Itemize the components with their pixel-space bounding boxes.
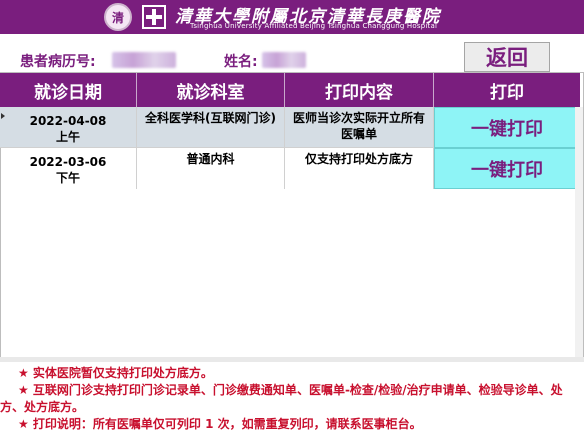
department-cell: 全科医学科(互联网门诊) (137, 107, 285, 148)
column-header-print-content: 打印内容 (285, 73, 434, 107)
print-content-cell: 仅支持打印处方底方 (285, 148, 434, 189)
department-cell: 普通内科 (137, 148, 285, 189)
record-number-value-redacted (112, 52, 176, 68)
note-item: ★ 互联网门诊支持打印门诊记录单、门诊缴费通知单、医嘱单-检查/检验/治疗申请单… (0, 383, 563, 414)
print-notes: ★ 实体医院暂仅支持打印处方底方。 ★ 互联网门诊支持打印门诊记录单、门诊缴费通… (0, 365, 584, 433)
visit-date: 2022-03-06 (29, 155, 107, 169)
university-seal-icon: 清 (104, 3, 132, 31)
one-click-print-button[interactable]: 一键打印 (434, 148, 580, 189)
visit-period: 下午 (55, 171, 80, 185)
column-header-date: 就诊日期 (0, 73, 137, 107)
record-number-label: 患者病历号: (20, 54, 96, 70)
note-item: ★ 打印说明：所有医嘱单仅可列印 1 次，如需重复列印，请联系医事柜台。 (18, 417, 422, 431)
column-header-department: 就诊科室 (137, 73, 285, 107)
back-button[interactable]: 返回 (464, 42, 550, 72)
table-row[interactable]: 2022-04-08 上午 全科医学科(互联网门诊) 医师当诊次实际开立所有医嘱… (0, 107, 580, 148)
vertical-scrollbar[interactable] (575, 107, 583, 357)
table-header: 就诊日期 就诊科室 打印内容 打印 (0, 73, 580, 107)
row-selector-icon (1, 113, 5, 119)
visit-period: 上午 (55, 129, 80, 144)
print-content-cell: 医师当诊次实际开立所有医嘱单 (285, 107, 434, 148)
hospital-name-en: Tsinghua University Affiliated Beijing T… (190, 22, 438, 30)
table-row[interactable]: 2022-03-06 下午 普通内科 仅支持打印处方底方 一键打印 (0, 148, 580, 189)
note-item: ★ 实体医院暂仅支持打印处方底方。 (18, 366, 213, 380)
horizontal-scrollbar[interactable] (0, 357, 584, 362)
hospital-cross-icon (142, 5, 166, 29)
visit-date-cell: 2022-03-06 下午 (0, 148, 137, 189)
one-click-print-button[interactable]: 一键打印 (434, 107, 580, 148)
visit-date: 2022-04-08 (29, 113, 107, 128)
column-header-print: 打印 (434, 73, 580, 107)
patient-name-label: 姓名: (224, 54, 258, 70)
visit-date-cell: 2022-04-08 上午 (0, 107, 137, 148)
patient-name-value-redacted (262, 52, 306, 68)
